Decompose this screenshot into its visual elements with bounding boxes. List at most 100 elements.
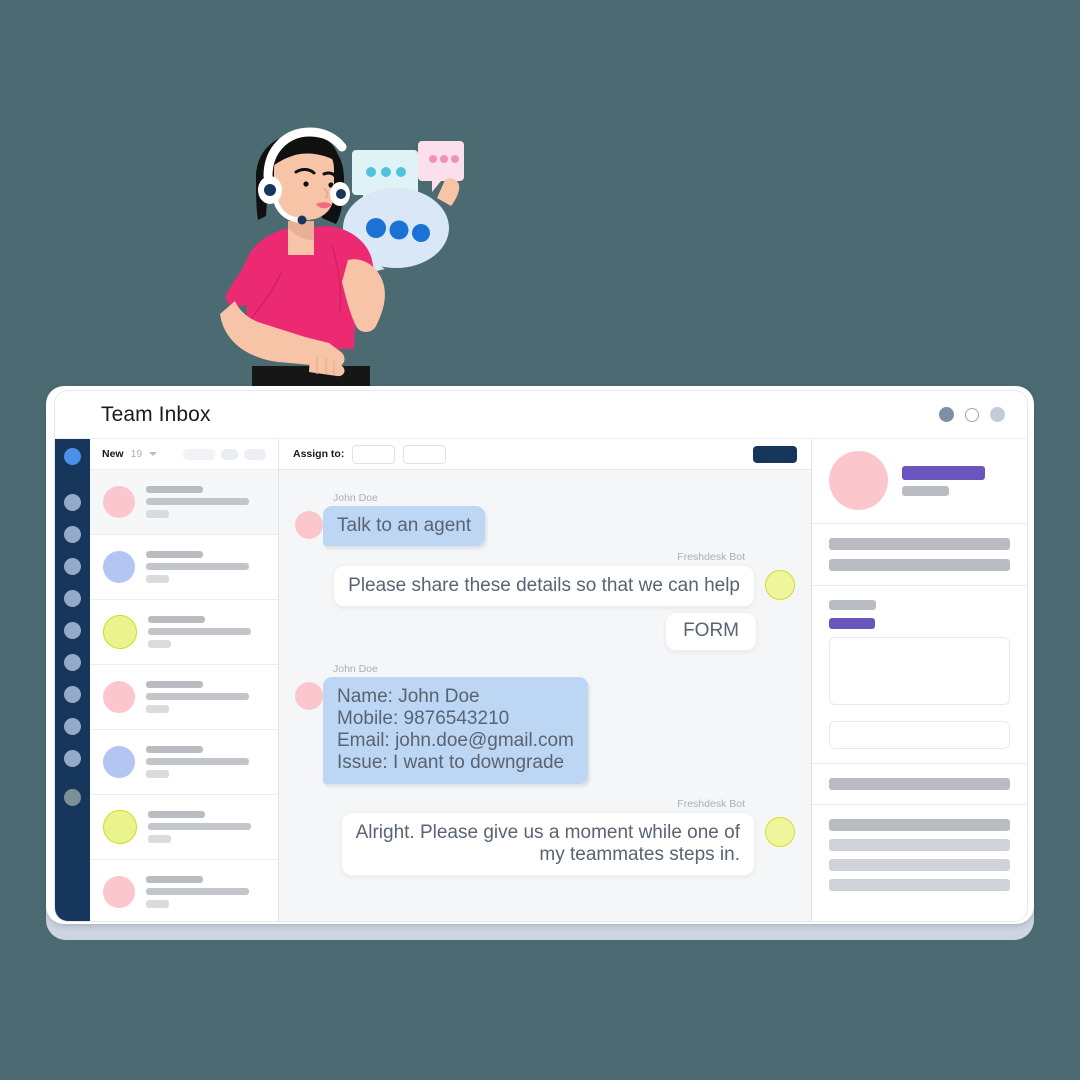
rail-item-1[interactable] (64, 494, 81, 511)
form-label: FORM (683, 620, 739, 642)
contact-meta (902, 465, 985, 496)
contact-field-placeholder (829, 559, 1010, 571)
conversation-count: 19 (130, 448, 143, 460)
message-sender: Freshdesk Bot (677, 797, 745, 810)
message-line: Talk to an agent (337, 515, 472, 536)
rail-item-9[interactable] (64, 750, 81, 767)
notes-input[interactable] (829, 721, 1010, 749)
avatar (103, 876, 135, 908)
message-content: John Doe Talk to an agent (323, 492, 486, 547)
activity-item-placeholder (829, 859, 1010, 871)
avatar (103, 681, 135, 713)
list-item[interactable] (90, 730, 278, 795)
list-item[interactable] (90, 600, 278, 665)
rail-item-active[interactable] (64, 448, 81, 465)
details-panel (812, 439, 1027, 921)
filter-control-placeholder[interactable] (244, 448, 266, 460)
view-control-placeholder[interactable] (221, 448, 238, 460)
rail-item-bottom[interactable] (64, 789, 81, 806)
conversation-list-scroll[interactable] (90, 470, 278, 921)
contact-field-placeholder (829, 538, 1010, 550)
form-link-placeholder[interactable] (829, 618, 875, 629)
form-label-placeholder (829, 600, 876, 610)
rail-item-4[interactable] (64, 590, 81, 607)
message-bubble: Talk to an agent (323, 506, 486, 547)
message-content: Freshdesk Bot Please share these details… (333, 551, 755, 608)
rail-item-5[interactable] (64, 622, 81, 639)
resolve-button[interactable] (753, 445, 797, 463)
list-item-placeholder-lines (146, 681, 265, 713)
list-item[interactable] (90, 470, 278, 535)
tags-section (812, 764, 1027, 805)
filter-label[interactable]: New (102, 448, 124, 460)
message-row: John Doe Name: John Doe Mobile: 98765432… (295, 663, 795, 784)
page-title: Team Inbox (101, 402, 211, 426)
avatar (103, 615, 137, 649)
list-item[interactable] (90, 860, 278, 921)
chat-panel: Assign to: John Doe Talk to an agent Fre… (279, 439, 812, 921)
activity-item-placeholder (829, 819, 1010, 831)
avatar (295, 681, 323, 710)
assign-group-select[interactable] (352, 444, 396, 464)
message-row: Freshdesk Bot Please share these details… (295, 551, 795, 608)
window-close-dot-icon[interactable] (990, 407, 1005, 422)
list-item[interactable] (90, 665, 278, 730)
message-line: Name: John Doe (337, 685, 480, 707)
rail-item-7[interactable] (64, 686, 81, 703)
message-sender: John Doe (333, 662, 378, 675)
window-minimize-dot-icon[interactable] (939, 407, 954, 422)
message-sender: Freshdesk Bot (677, 551, 745, 564)
message-content: John Doe Name: John Doe Mobile: 98765432… (323, 663, 588, 784)
contact-profile (812, 439, 1027, 524)
list-item-placeholder-lines (146, 876, 265, 908)
assign-to-label: Assign to: (293, 448, 345, 460)
message-line: Please share these details so that we ca… (348, 575, 740, 597)
chevron-down-icon[interactable] (149, 452, 158, 456)
tags-placeholder (829, 778, 1010, 790)
rail-item-6[interactable] (64, 654, 81, 671)
window-maximize-dot-icon[interactable] (965, 407, 979, 422)
list-item-placeholder-lines (146, 551, 265, 583)
avatar (765, 816, 795, 847)
assign-agent-select[interactable] (403, 444, 447, 464)
message-line: Email: john.doe@gmail.com (337, 730, 574, 752)
sort-control-placeholder[interactable] (183, 448, 215, 460)
app-window-content: Team Inbox New 19 Assign to: John Doe Ta… (54, 390, 1028, 922)
window-controls (939, 407, 1005, 422)
list-item[interactable] (90, 535, 278, 600)
form-card-button[interactable]: FORM (665, 612, 757, 651)
avatar (103, 746, 135, 778)
chat-toolbar: Assign to: (279, 439, 811, 470)
list-item[interactable] (90, 795, 278, 860)
contact-fields (812, 524, 1027, 586)
message-line: Mobile: 9876543210 (337, 707, 510, 729)
rail-item-8[interactable] (64, 718, 81, 735)
message-row: FORM (295, 612, 795, 651)
message-sender: John Doe (333, 492, 378, 504)
notes-textarea[interactable] (829, 637, 1010, 705)
avatar (103, 551, 135, 583)
contact-name-placeholder (902, 465, 985, 480)
page-root: Team Inbox New 19 Assign to: John Doe Ta… (0, 0, 1080, 1080)
list-toolbar (183, 448, 266, 460)
nav-rail (55, 439, 90, 921)
window-titlebar: Team Inbox (55, 391, 1027, 439)
activity-item-placeholder (829, 879, 1010, 891)
avatar (103, 810, 137, 844)
message-row: John Doe Talk to an agent (295, 492, 795, 547)
support-agent-with-headset-illustration (200, 118, 500, 403)
message-bubble: Name: John Doe Mobile: 9876543210 Email:… (323, 676, 588, 784)
message-row: Freshdesk Bot Alright. Please give us a … (295, 798, 795, 876)
rail-item-2[interactable] (64, 526, 81, 543)
conversation-list: New 19 (90, 439, 279, 921)
message-line: Alright. Please give us a moment while o… (355, 821, 740, 843)
avatar (103, 486, 135, 518)
rail-item-3[interactable] (64, 558, 81, 575)
message-thread: John Doe Talk to an agent Freshdesk Bot … (279, 470, 811, 921)
list-item-placeholder-lines (148, 811, 265, 843)
contact-subtitle-placeholder (902, 485, 949, 496)
avatar (829, 451, 888, 510)
message-bubble: Alright. Please give us a moment while o… (340, 811, 755, 876)
message-line: my teammates steps in. (539, 843, 740, 865)
list-item-placeholder-lines (148, 616, 265, 648)
